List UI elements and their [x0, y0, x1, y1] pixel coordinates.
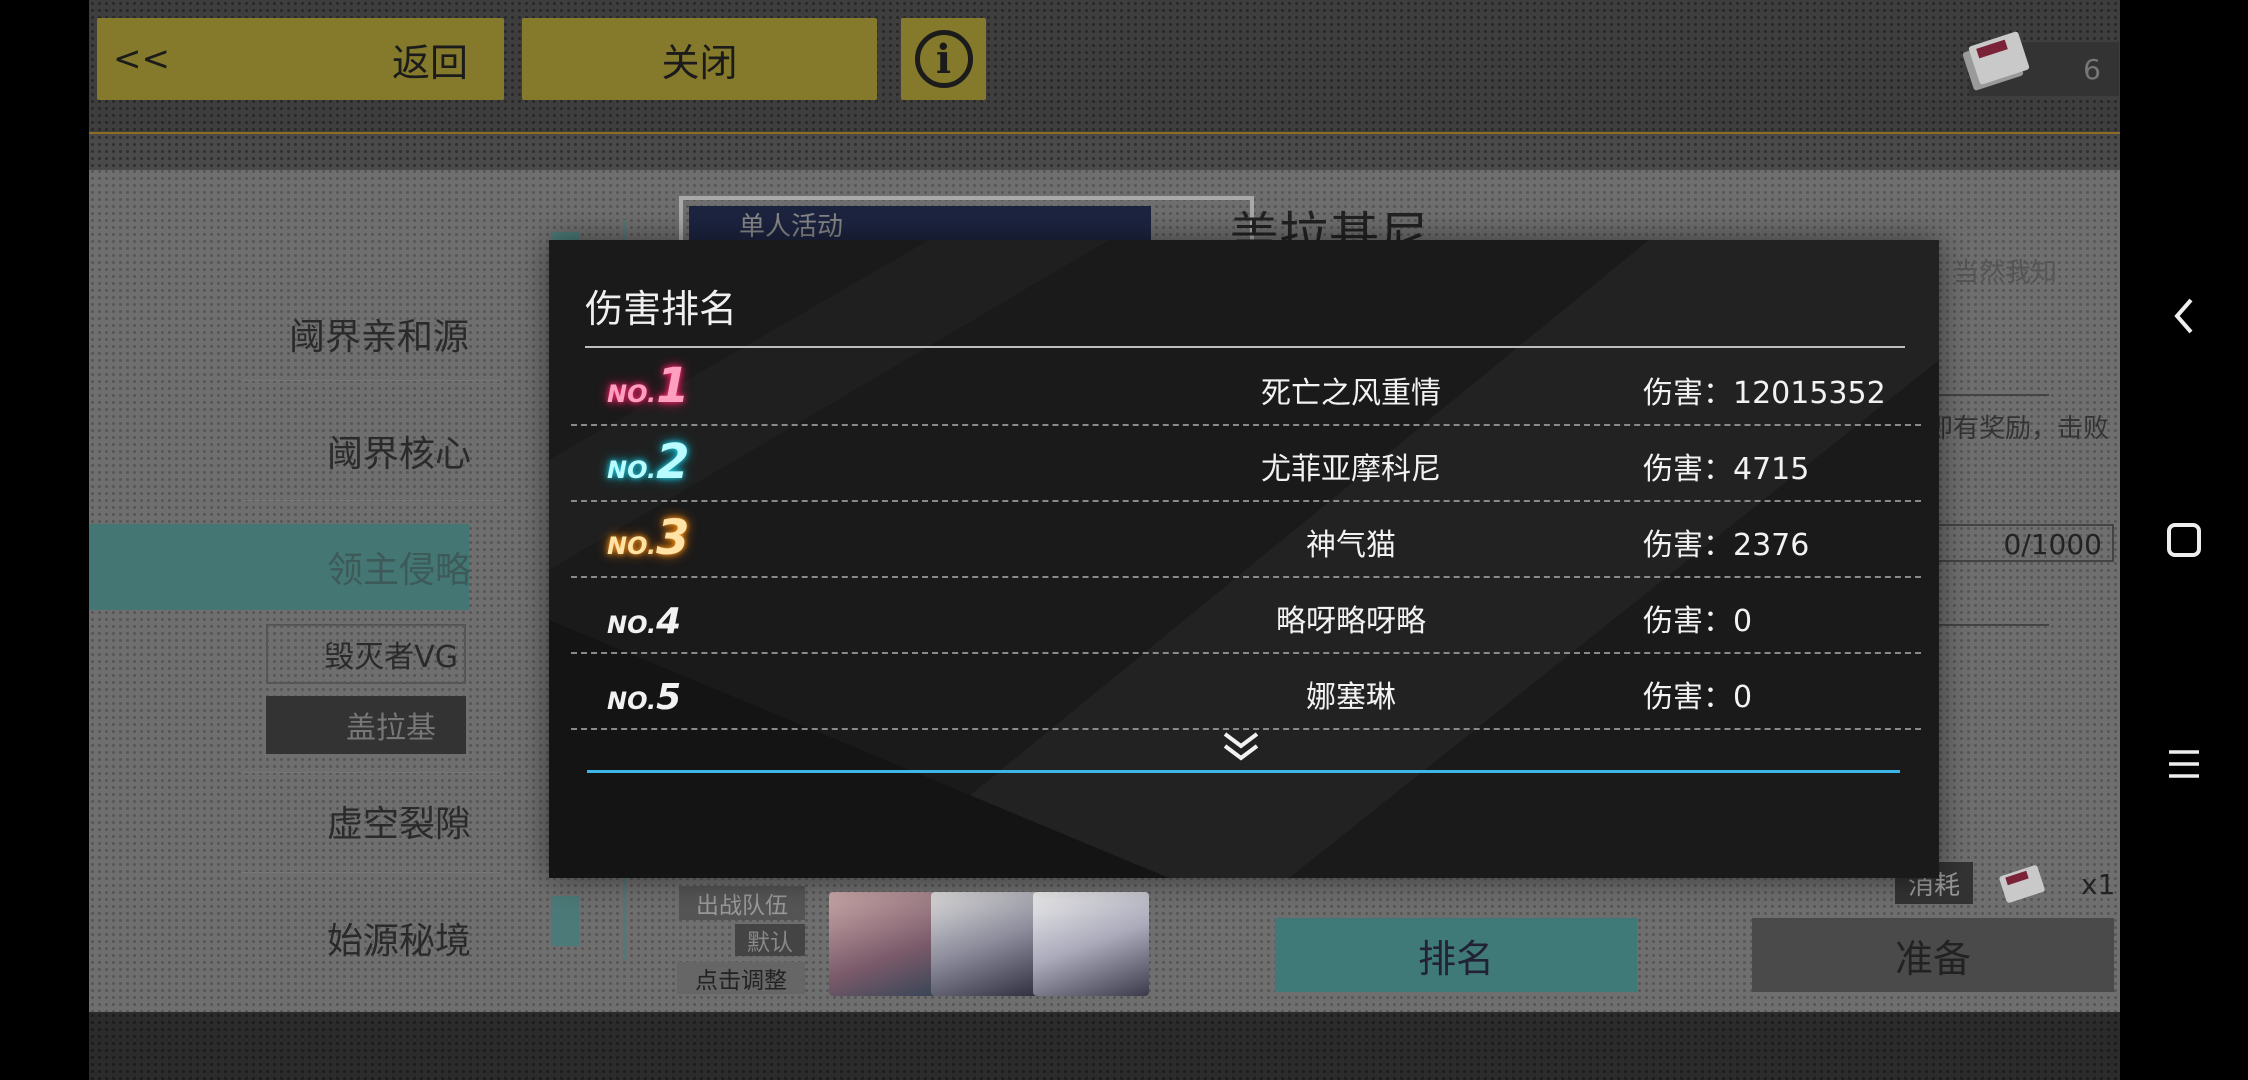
ranking-row: NO.3 神气猫 伤害：2376	[571, 502, 1921, 578]
rank-prefix: NO.	[607, 380, 657, 408]
menu-marker	[551, 896, 579, 946]
player-name: 娜塞琳	[1306, 680, 1396, 715]
rank-prefix: NO.	[607, 532, 657, 560]
menu-item-threshold-core[interactable]: 阈界核心	[327, 425, 471, 477]
info-glyph: i	[935, 35, 952, 83]
player-name: 死亡之风重情	[1261, 376, 1441, 411]
rank-prefix: NO.	[607, 611, 657, 639]
rank-value: 1	[656, 358, 690, 414]
team-adjust-button[interactable]: 点击调整	[677, 962, 805, 994]
rank-number: NO.1	[607, 358, 689, 414]
rank-number: NO.5	[607, 677, 681, 718]
submenu-label: 毁灭者VG	[324, 640, 458, 675]
player-name: 略呀略呀略	[1276, 604, 1426, 639]
menu-item-threshold-affinity[interactable]: 阈界亲和源	[289, 308, 469, 360]
menu-item-void-rift[interactable]: 虚空裂隙	[327, 795, 471, 847]
menu-divider	[241, 500, 501, 501]
header-band	[89, 134, 2120, 170]
back-arrows-icon: <<	[113, 39, 170, 79]
modal-title-rule	[585, 346, 1905, 348]
menu-divider	[241, 872, 501, 873]
info-icon: i	[914, 30, 973, 88]
ranking-row: NO.1 死亡之风重情 伤害：12015352	[571, 350, 1921, 426]
close-button[interactable]: 关闭	[522, 18, 877, 100]
player-name: 神气猫	[1306, 528, 1396, 563]
rank-prefix: NO.	[607, 456, 657, 484]
modal-bottom-line	[587, 770, 1900, 773]
team-portrait[interactable]	[1033, 892, 1149, 996]
info-button[interactable]: i	[901, 18, 986, 100]
rank-prefix: NO.	[607, 687, 657, 715]
progress-text: 0/1000	[2003, 528, 2102, 561]
damage-value: 伤害：0	[1643, 604, 1753, 639]
menu-item-origin-realm[interactable]: 始源秘境	[327, 912, 471, 964]
player-name: 尤菲亚摩科尼	[1261, 452, 1441, 487]
ready-button[interactable]: 准备	[1752, 918, 2114, 992]
menu-icon[interactable]	[2146, 726, 2222, 802]
rank-value: 3	[656, 510, 690, 566]
submenu-item-destroyer[interactable]: 毁灭者VG	[266, 624, 466, 684]
team-label: 出战队伍	[679, 886, 805, 920]
damage-value: 伤害：2376	[1643, 528, 1810, 563]
game-screen: << 返回 关闭 i 6 阈界亲和源 阈界核心 领主侵略 毁灭者VG 盖拉基 虚…	[89, 0, 2120, 1080]
ranking-row: NO.5 娜塞琳 伤害：0	[571, 654, 1921, 730]
damage-value: 伤害：0	[1643, 680, 1753, 715]
ticket-icon	[1999, 865, 2045, 903]
rank-number: NO.2	[607, 434, 689, 490]
cost-amount: x1	[2081, 868, 2116, 901]
event-type-label: 单人活动	[739, 211, 844, 242]
rank-value: 2	[656, 434, 690, 490]
team-portrait[interactable]	[931, 892, 1047, 996]
bottom-band	[89, 1012, 2120, 1080]
damage-value: 伤害：4715	[1643, 452, 1810, 487]
close-label: 关闭	[661, 40, 738, 85]
rank-number: NO.3	[607, 510, 689, 566]
menu-item-lord-invasion[interactable]: 领主侵略	[327, 541, 471, 593]
ranking-row: NO.2 尤菲亚摩科尼 伤害：4715	[571, 426, 1921, 502]
team-default-badge: 默认	[735, 924, 805, 956]
menu-divider	[241, 380, 501, 381]
rank-value: 5	[656, 677, 682, 718]
event-type-tag: 单人活动	[689, 206, 1151, 242]
ranking-row: NO.4 略呀略呀略 伤害：0	[571, 578, 1921, 654]
rank-number: NO.4	[607, 601, 681, 642]
double-chevron-down-icon[interactable]	[1219, 730, 1263, 764]
damage-ranking-modal: 伤害排名 NO.1 死亡之风重情 伤害：12015352 NO.2 尤菲亚摩科尼…	[549, 240, 1939, 878]
rank-button[interactable]: 排名	[1275, 918, 1637, 992]
menu-divider	[241, 772, 501, 773]
back-label: 返回	[392, 40, 469, 85]
system-nav-bar	[2120, 0, 2248, 1080]
back-icon[interactable]	[2146, 278, 2222, 354]
modal-title: 伤害排名	[585, 287, 738, 331]
ticket-icon	[1962, 31, 2030, 91]
team-portrait[interactable]	[829, 892, 945, 996]
rank-value: 4	[656, 601, 682, 642]
submenu-item-gelaki[interactable]: 盖拉基	[266, 696, 466, 754]
back-button[interactable]: << 返回	[97, 18, 504, 100]
square-home-icon[interactable]	[2146, 502, 2222, 578]
damage-value: 伤害：12015352	[1643, 376, 1886, 411]
ticket-count: 6	[2083, 52, 2101, 86]
submenu-label: 盖拉基	[346, 711, 436, 746]
